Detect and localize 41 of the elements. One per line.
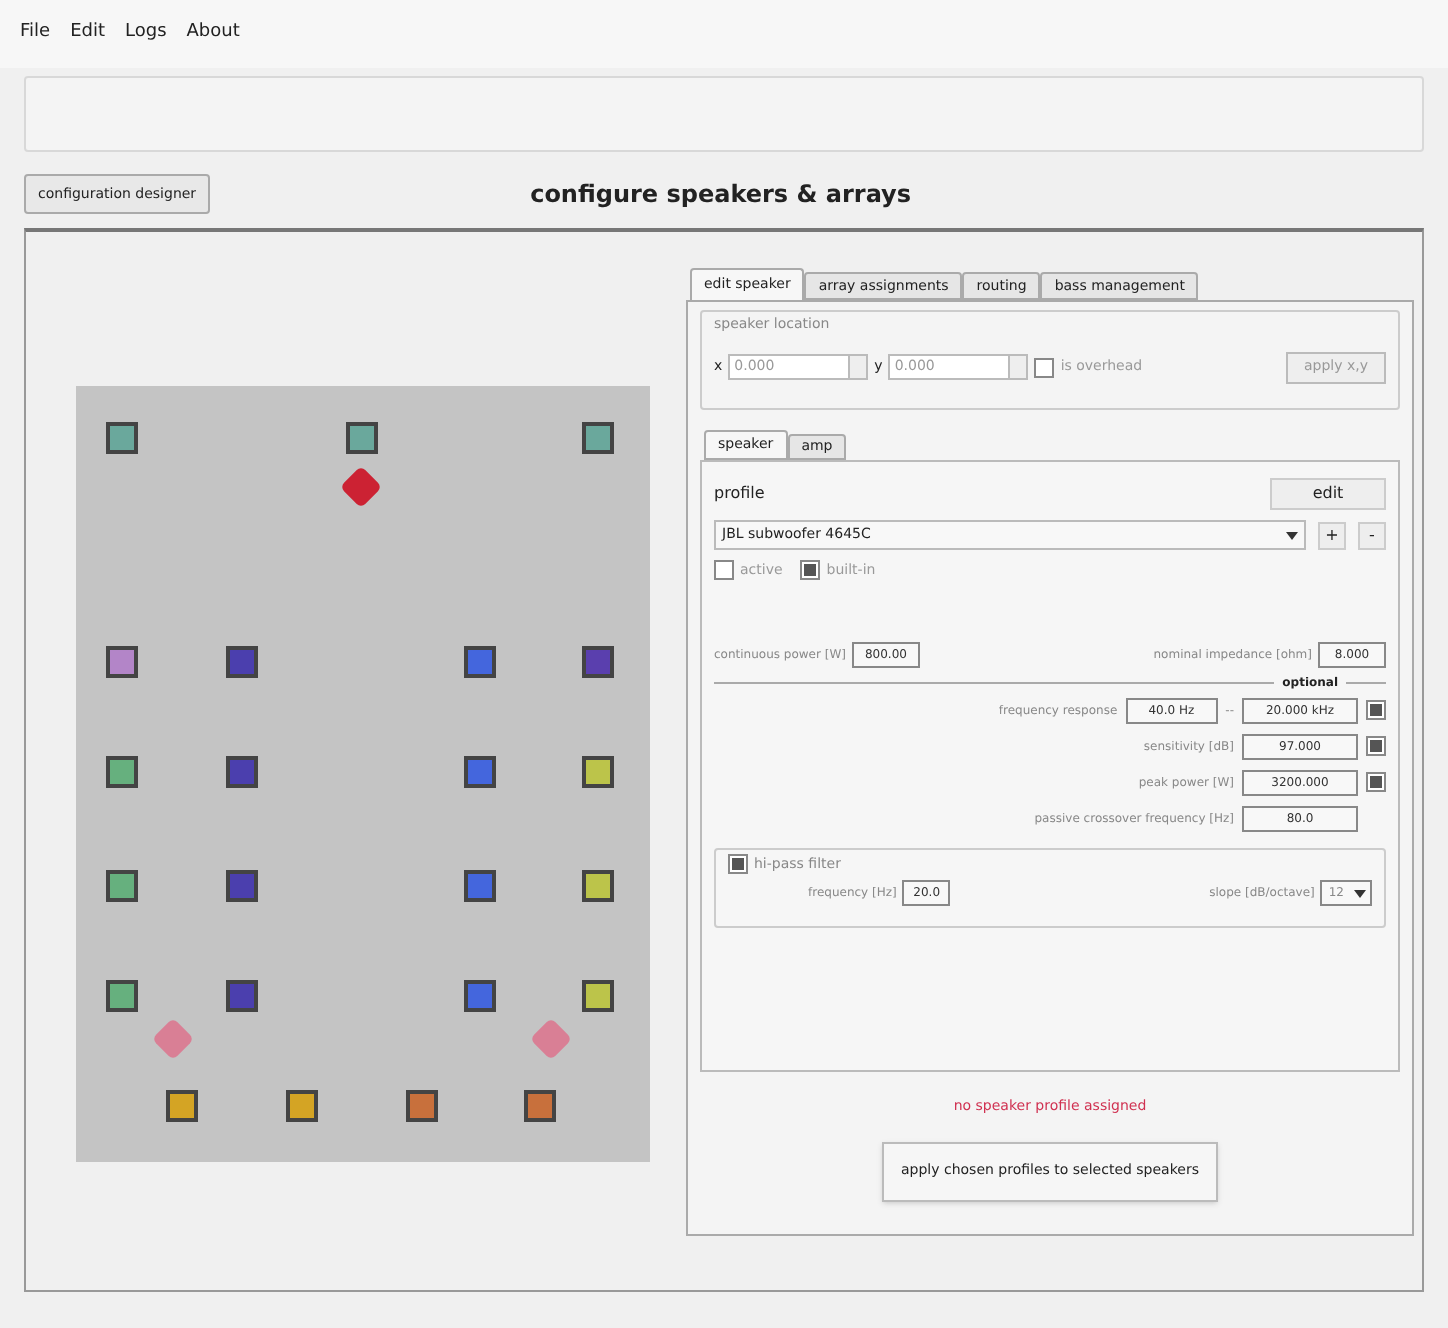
speaker-square[interactable] [226,755,258,787]
speaker-square[interactable] [582,645,614,677]
menu-item[interactable]: File [20,20,51,48]
field-label: profile [714,482,765,506]
speaker-square[interactable] [406,1089,438,1121]
speaker-square[interactable] [346,421,378,453]
speaker-square[interactable] [106,979,138,1011]
caret-icon [1286,531,1298,539]
speaker-square[interactable] [582,979,614,1011]
checkbox[interactable] [1034,357,1055,377]
speaker-square[interactable] [582,421,614,453]
speaker-square[interactable] [582,755,614,787]
speaker-square[interactable] [226,869,258,901]
speaker-square[interactable] [106,755,138,787]
speaker-square[interactable] [464,979,496,1011]
remove-button[interactable]: - [1358,521,1386,549]
checkbox[interactable] [800,560,821,581]
speaker-square[interactable] [286,1089,318,1121]
menu-item[interactable]: Edit [70,20,105,48]
edit-button[interactable]: edit [1270,478,1386,510]
add-button[interactable]: + [1318,521,1346,549]
checkbox[interactable] [728,853,748,874]
speaker-square[interactable] [582,869,614,901]
page-title: configure speakers & arrays [530,178,912,212]
speaker-square[interactable] [464,869,496,901]
menu-item[interactable]: Logs [125,20,167,48]
speaker-square[interactable] [226,645,258,677]
checkbox[interactable] [714,560,734,581]
speaker-square[interactable] [106,869,138,901]
speaker-square[interactable] [166,1089,198,1121]
caret-icon [1354,889,1366,897]
speaker-square[interactable] [106,421,138,453]
speaker-square[interactable] [106,645,138,677]
checkbox[interactable] [1366,772,1386,792]
speaker-square[interactable] [464,645,496,677]
checkbox[interactable] [1366,700,1386,720]
speaker-square[interactable] [226,979,258,1011]
speaker-square[interactable] [464,755,496,787]
checkbox[interactable] [1366,736,1386,756]
menu-item[interactable]: About [186,20,240,48]
speaker-square[interactable] [524,1089,556,1121]
